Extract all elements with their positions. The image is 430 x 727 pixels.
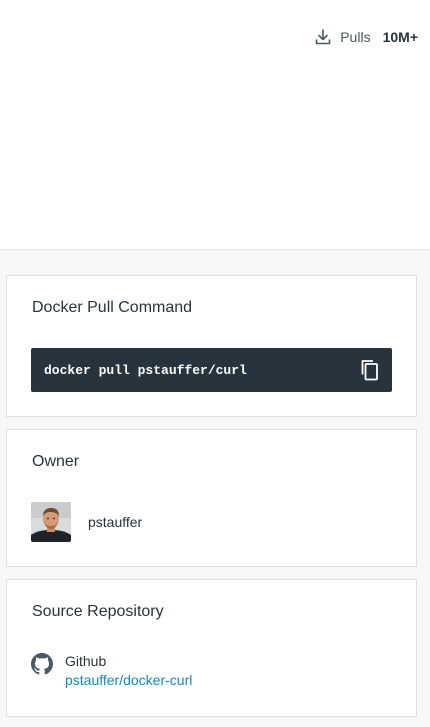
owner-name[interactable]: pstauffer xyxy=(88,514,142,530)
pulls-count: 10M+ xyxy=(382,29,418,45)
owner-card: Owner pstauffer xyxy=(6,429,417,567)
owner-row[interactable]: pstauffer xyxy=(31,502,142,542)
copy-icon[interactable] xyxy=(358,358,380,382)
source-repository-row: Github pstauffer/docker-curl xyxy=(31,652,192,690)
pulls-stat: Pulls 10M+ xyxy=(314,28,418,46)
repo-provider: Github xyxy=(65,653,107,669)
owner-title: Owner xyxy=(32,453,80,470)
repo-header: Pulls 10M+ xyxy=(0,0,430,250)
source-repository-card: Source Repository Github pstauffer/docke… xyxy=(6,579,417,717)
pull-command-text[interactable]: docker pull pstauffer/curl xyxy=(44,363,247,378)
source-repository-info: Github pstauffer/docker-curl xyxy=(65,652,192,690)
pull-command-card: Docker Pull Command docker pull pstauffe… xyxy=(6,275,417,417)
avatar[interactable] xyxy=(31,502,71,542)
pull-command-box: docker pull pstauffer/curl xyxy=(31,348,392,392)
download-icon xyxy=(314,28,332,46)
repo-link[interactable]: pstauffer/docker-curl xyxy=(65,672,192,688)
github-icon xyxy=(31,653,53,675)
pull-command-title: Docker Pull Command xyxy=(32,299,193,316)
pulls-label: Pulls xyxy=(340,29,371,45)
source-repository-title: Source Repository xyxy=(32,603,164,620)
